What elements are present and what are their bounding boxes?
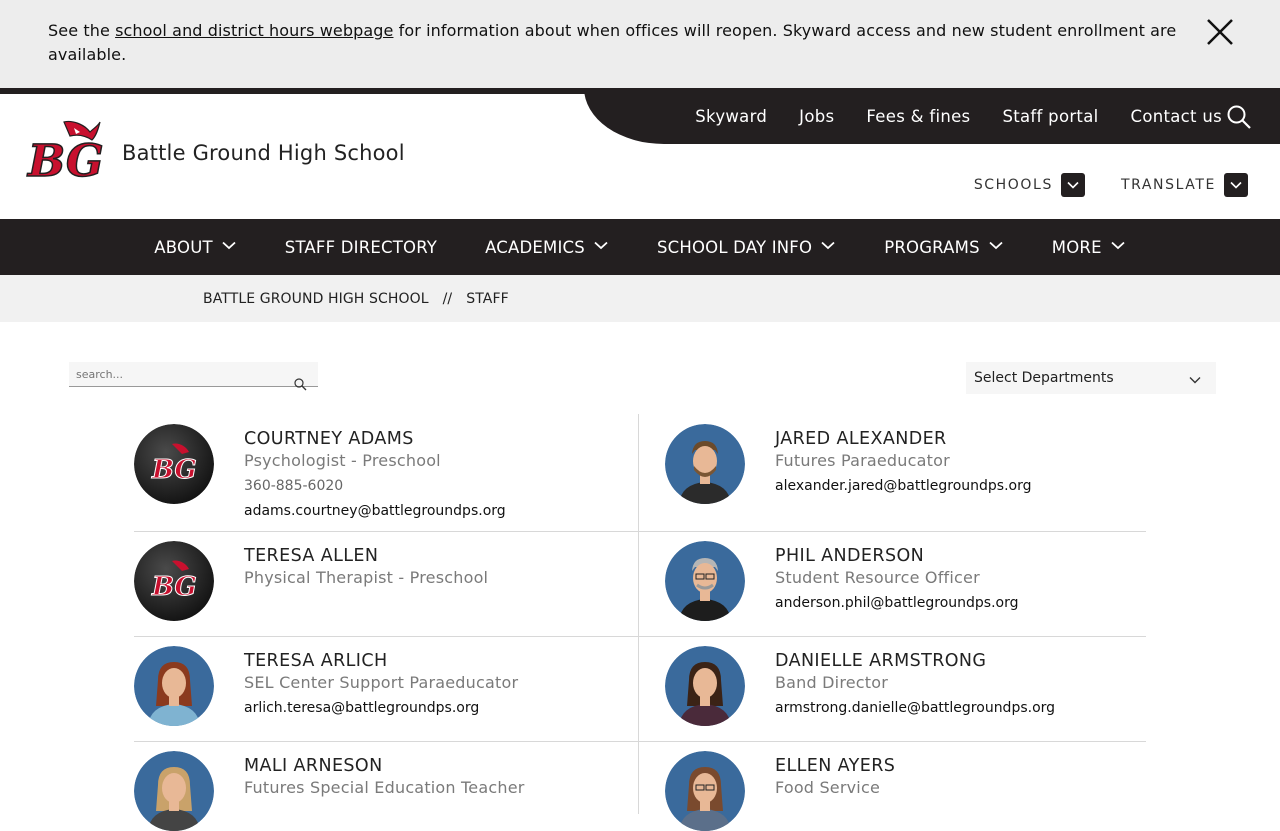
- site-header: Skyward Jobs Fees & fines Staff portal Conta…: [0, 88, 1280, 219]
- school-name[interactable]: Battle Ground High School: [122, 141, 405, 165]
- staff-photo: BG: [134, 424, 214, 504]
- nav-item-more[interactable]: MORE: [1028, 219, 1150, 275]
- department-select[interactable]: Select Departments: [966, 362, 1216, 394]
- staff-phone[interactable]: 360-885-6020: [244, 474, 506, 498]
- breadcrumb-home[interactable]: BATTLE GROUND HIGH SCHOOL: [203, 291, 429, 307]
- search-input[interactable]: [69, 362, 289, 384]
- staff-info: TERESA ALLEN Physical Therapist - Prescho…: [244, 545, 488, 589]
- staff-title: SEL Center Support Paraeducator: [244, 673, 519, 692]
- staff-info: ELLEN AYERS Food Service: [775, 755, 895, 799]
- staff-photo: [665, 646, 745, 726]
- hours-webpage-link[interactable]: school and district hours webpage: [115, 21, 393, 40]
- alert-message: See the school and district hours webpag…: [48, 19, 1178, 67]
- logo-lettering: BG: [26, 136, 104, 187]
- staff-name: JARED ALEXANDER: [775, 429, 947, 449]
- nav-item-academics[interactable]: ACADEMICS: [461, 219, 633, 275]
- staff-search: [69, 362, 318, 391]
- nav-item-programs[interactable]: PROGRAMS: [860, 219, 1028, 275]
- staff-photo: [134, 646, 214, 726]
- chevron-down-icon: [820, 237, 836, 257]
- column-divider: [638, 414, 639, 814]
- staff-email[interactable]: adams.courtney@battlegroundps.org: [244, 499, 506, 523]
- staff-name: MALI ARNESON: [244, 756, 383, 776]
- staff-title: Student Resource Officer: [775, 568, 980, 587]
- chevron-down-icon: [593, 237, 609, 257]
- header-dropdowns: SCHOOLS TRANSLATE: [974, 173, 1248, 197]
- search-icon[interactable]: [1226, 104, 1252, 130]
- nav-item-about[interactable]: ABOUT: [130, 219, 260, 275]
- chevron-down-icon: [1224, 173, 1248, 197]
- chevron-down-icon: [988, 237, 1004, 257]
- row-divider: [134, 636, 1146, 637]
- staff-name: TERESA ALLEN: [244, 546, 379, 566]
- staff-info: COURTNEY ADAMS Psychologist - Preschool 36…: [244, 428, 506, 523]
- staff-email[interactable]: alexander.jared@battlegroundps.org: [775, 474, 1031, 498]
- staff-email[interactable]: arlich.teresa@battlegroundps.org: [244, 696, 518, 720]
- staff-name: DANIELLE ARMSTRONG: [775, 651, 987, 671]
- breadcrumb-separator: //: [442, 291, 453, 307]
- staff-photo: [665, 751, 745, 831]
- chevron-down-icon: [1060, 173, 1085, 197]
- utility-link-fees-fines[interactable]: Fees & fines: [866, 107, 970, 126]
- nav-item-label: ABOUT: [154, 237, 213, 257]
- staff-photo: [665, 541, 745, 621]
- chevron-down-icon: [1188, 372, 1202, 386]
- utility-links: Skyward Jobs Fees & fines Staff portal Conta…: [695, 88, 1222, 144]
- staff-name: ELLEN AYERS: [775, 756, 896, 776]
- nav-item-label: ACADEMICS: [485, 237, 585, 257]
- staff-info: MALI ARNESON Futures Special Education Te…: [244, 755, 525, 799]
- staff-name: COURTNEY ADAMS: [244, 429, 414, 449]
- main-navigation: ABOUT STAFF DIRECTORY ACADEMICS SCHOOL DAY …: [0, 219, 1280, 275]
- nav-item-label: STAFF DIRECTORY: [284, 237, 438, 257]
- staff-photo: [134, 751, 214, 831]
- schools-label: SCHOOLS: [973, 177, 1053, 193]
- close-icon[interactable]: [1204, 16, 1236, 48]
- staff-title: Physical Therapist - Preschool: [244, 568, 489, 587]
- staff-title: Futures Special Education Teacher: [244, 778, 525, 797]
- schools-dropdown[interactable]: SCHOOLS: [974, 173, 1085, 197]
- staff-name: TERESA ARLICH: [244, 651, 388, 671]
- svg-text:BG: BG: [151, 455, 197, 485]
- translate-label: TRANSLATE: [1120, 177, 1216, 193]
- staff-info: JARED ALEXANDER Futures Paraeducator alexa…: [775, 428, 1031, 498]
- staff-title: Futures Paraeducator: [775, 451, 950, 470]
- breadcrumb-current: STAFF: [466, 291, 509, 307]
- staff-title: Band Director: [775, 673, 889, 692]
- staff-email[interactable]: anderson.phil@battlegroundps.org: [775, 591, 1019, 615]
- utility-link-jobs[interactable]: Jobs: [799, 107, 834, 126]
- nav-item-label: SCHOOL DAY INFO: [656, 237, 813, 257]
- breadcrumb: BATTLE GROUND HIGH SCHOOL // STAFF: [0, 275, 1280, 322]
- staff-info: DANIELLE ARMSTRONG Band Director armstrong…: [775, 650, 1055, 720]
- row-divider: [134, 531, 1146, 532]
- svg-text:BG: BG: [151, 572, 197, 602]
- staff-info: PHIL ANDERSON Student Resource Officer and…: [775, 545, 1019, 615]
- utility-link-staff-portal[interactable]: Staff portal: [1002, 107, 1098, 126]
- utility-bar: Skyward Jobs Fees & fines Staff portal Conta…: [584, 88, 1280, 144]
- nav-item-label: MORE: [1051, 237, 1102, 257]
- staff-photo: BG: [134, 541, 214, 621]
- utility-link-skyward[interactable]: Skyward: [695, 107, 767, 126]
- row-divider: [134, 741, 1146, 742]
- school-logo[interactable]: BG: [24, 118, 106, 190]
- nav-item-label: PROGRAMS: [884, 237, 980, 257]
- nav-item-school-day-info[interactable]: SCHOOL DAY INFO: [633, 219, 860, 275]
- staff-info: TERESA ARLICH SEL Center Support Paraeduc…: [244, 650, 518, 720]
- search-icon[interactable]: [294, 376, 307, 391]
- staff-title: Food Service: [775, 778, 880, 797]
- alert-text-before: See the: [48, 21, 116, 40]
- department-select-label: Select Departments: [974, 370, 1114, 386]
- staff-email[interactable]: armstrong.danielle@battlegroundps.org: [775, 696, 1055, 720]
- staff-photo: [665, 424, 745, 504]
- translate-dropdown[interactable]: TRANSLATE: [1121, 173, 1248, 197]
- alert-banner: See the school and district hours webpag…: [0, 0, 1280, 88]
- staff-title: Psychologist - Preschool: [244, 451, 441, 470]
- chevron-down-icon: [1110, 237, 1126, 257]
- chevron-down-icon: [221, 237, 237, 257]
- utility-link-contact-us[interactable]: Contact us: [1131, 107, 1223, 126]
- nav-item-staff-directory[interactable]: STAFF DIRECTORY: [261, 219, 461, 275]
- staff-name: PHIL ANDERSON: [775, 546, 925, 566]
